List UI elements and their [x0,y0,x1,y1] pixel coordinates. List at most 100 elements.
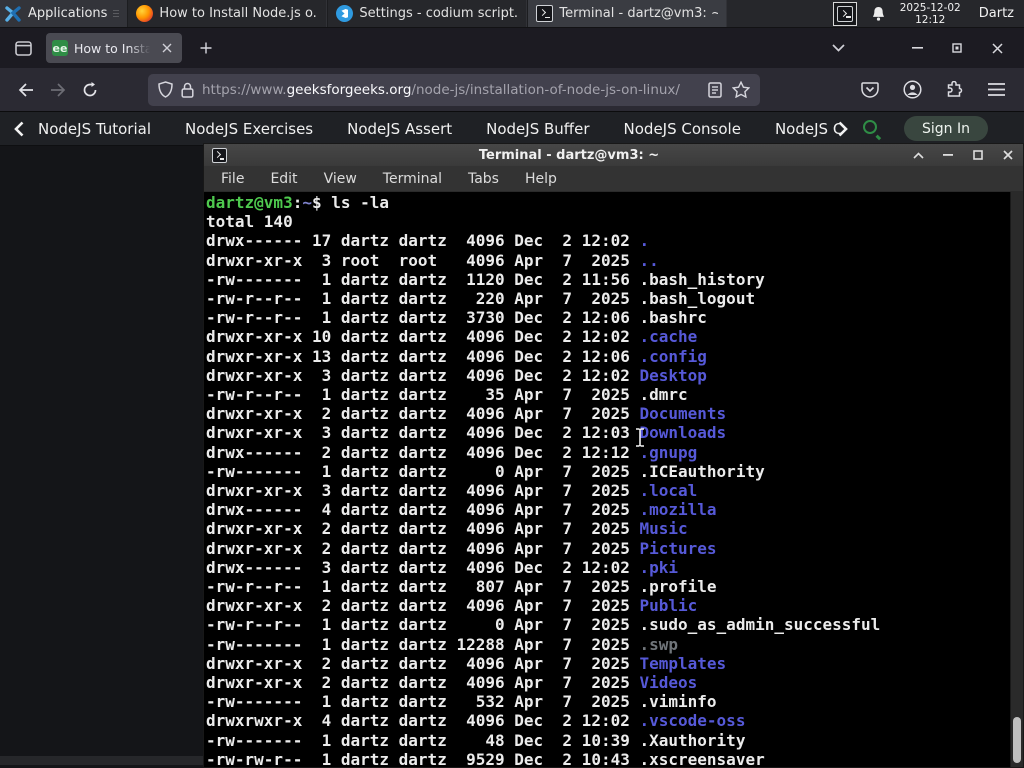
terminal-output-line: drwx------ 17 dartz dartz 4096 Dec 2 12:… [206,231,1023,250]
terminal-output-line: drwxr-xr-x 3 dartz dartz 4096 Apr 7 2025… [206,481,1023,500]
terminal-output-line: drwxr-xr-x 3 dartz dartz 4096 Dec 2 12:0… [206,366,1023,385]
sitenav-link[interactable]: NodeJS Assert [347,120,452,138]
url-bar[interactable]: https://www.geeksforgeeks.org/node-js/in… [148,73,760,106]
terminal-output-line: drwx------ 3 dartz dartz 4096 Dec 2 12:0… [206,558,1023,577]
sitenav-link[interactable]: NodeJS Buffer [486,120,589,138]
browser-tab[interactable]: ee How to Install Node.js on [46,33,182,63]
list-all-tabs-button[interactable] [824,34,852,62]
user-menu[interactable]: Dartz [975,6,1014,21]
file-name: .vscode-oss [639,711,746,731]
close-icon [1003,150,1013,160]
browser-toolbar: https://www.geeksforgeeks.org/node-js/in… [0,68,1024,112]
hamburger-menu-button[interactable] [986,80,1006,100]
prompt-path: ~ [302,193,312,212]
close-icon [991,42,1003,54]
applications-menu[interactable]: Applications [0,0,128,27]
desktop: Applications How to Install Node.js o...… [0,0,1024,768]
prompt-user-host: dartz@vm3 [206,193,293,212]
taskbar-window-button[interactable]: Settings - codium script... [327,0,528,27]
terminal-minimize-button[interactable] [941,148,955,162]
tab-close-button[interactable] [158,39,176,57]
terminal-output[interactable]: dartz@vm3:~$ ls -la total 140 drwx------… [204,192,1023,767]
lock-icon [181,82,194,98]
file-name: . [639,231,650,251]
file-meta: drwx------ 2 dartz dartz 4096 Dec 2 12:1… [206,442,640,462]
terminal-output-line: drwx------ 2 dartz dartz 4096 Dec 2 12:1… [206,443,1023,462]
file-meta: -rw------- 1 dartz dartz 532 Apr 7 2025 [206,692,640,712]
sitenav-link[interactable]: NodeJS Crypto [775,120,844,138]
terminal-icon [212,147,227,163]
file-name: .gnupg [639,442,698,462]
reload-button[interactable] [74,74,106,106]
file-name: Documents [639,404,727,424]
new-tab-button[interactable] [192,34,220,62]
file-meta: drwxr-xr-x 2 dartz dartz 4096 Apr 7 2025 [206,673,640,693]
url-path: /node-js/installation-of-node-js-on-linu… [411,81,680,98]
terminal-menu-terminal[interactable]: Terminal [383,171,442,187]
terminal-tray-icon[interactable] [832,1,857,26]
terminal-menu-edit[interactable]: Edit [270,171,297,187]
file-name: .swp [639,634,679,654]
scrollbar-thumb[interactable] [1013,717,1021,763]
shield-icon [158,81,173,98]
file-meta: drwxr-xr-x 2 dartz dartz 4096 Apr 7 2025 [206,538,640,558]
account-button[interactable] [902,80,922,100]
taskbar-window-button[interactable]: Terminal - dartz@vm3: ~ [527,0,728,27]
applications-icon [5,5,21,22]
terminal-titlebar[interactable]: Terminal - dartz@vm3: ~ [204,144,1023,166]
file-name: .bashrc [639,308,707,328]
back-icon [18,82,33,97]
panel-tray: 2025-12-02 12:12 Dartz [832,0,1024,27]
sitenav-link[interactable]: NodeJS Console [624,120,741,138]
taskbar-window-button[interactable]: How to Install Node.js o... [127,0,328,27]
file-name: .bash_history [639,269,765,289]
terminal-close-button[interactable] [1001,148,1015,162]
page-scrollbar[interactable] [0,756,203,765]
terminal-maximize-button[interactable] [971,148,985,162]
file-name: .pki [639,557,679,577]
sitenav-link[interactable]: NodeJS Tutorial [38,120,151,138]
bell-icon[interactable] [871,6,886,22]
chevron-down-icon [831,44,845,52]
file-meta: drwx------ 3 dartz dartz 4096 Dec 2 12:0… [206,557,640,577]
terminal-output-line: drwxr-xr-x 2 dartz dartz 4096 Apr 7 2025… [206,404,1023,423]
pocket-button[interactable] [860,80,880,100]
reader-mode-icon[interactable] [708,81,722,98]
maximize-button[interactable] [944,35,970,61]
clock[interactable]: 2025-12-02 12:12 [900,2,961,26]
file-name: .cache [639,327,698,347]
terminal-menu-file[interactable]: File [221,171,244,187]
terminal-output-line: -rw------- 1 dartz dartz 1120 Dec 2 11:5… [206,270,1023,289]
extensions-button[interactable] [944,80,964,100]
back-button[interactable] [10,74,42,106]
close-icon [162,43,172,53]
file-meta: drwxr-xr-x 10 dartz dartz 4096 Dec 2 12:… [206,327,640,347]
terminal-menu-tabs[interactable]: Tabs [468,171,499,187]
nav-scroll-left-button[interactable] [14,121,24,137]
file-name: Desktop [639,365,707,385]
terminal-menu-help[interactable]: Help [525,171,557,187]
close-window-button[interactable] [984,35,1010,61]
file-meta: -rw------- 1 dartz dartz 48 Dec 2 10:39 [206,730,640,750]
terminal-menu-view[interactable]: View [324,171,357,187]
firefox-view-button[interactable] [8,34,38,62]
bookmark-star-icon[interactable] [732,81,750,98]
terminal-output-line: drwxr-xr-x 2 dartz dartz 4096 Apr 7 2025… [206,596,1023,615]
file-meta: drwxr-xr-x 3 dartz dartz 4096 Dec 2 12:0… [206,365,640,385]
terminal-scrollbar[interactable] [1010,192,1023,767]
forward-button[interactable] [42,74,74,106]
sitenav-link[interactable]: NodeJS Exercises [185,120,313,138]
sign-in-button[interactable]: Sign In [904,116,988,141]
terminal-icon [536,5,554,22]
nav-scroll-right-button[interactable] [838,121,848,137]
minimize-button[interactable] [904,35,930,61]
file-name: .. [639,250,659,270]
shade-button[interactable] [911,148,925,162]
file-meta: drwxrwxr-x 4 dartz dartz 4096 Dec 2 12:0… [206,711,640,731]
terminal-output-line: -rw-r--r-- 1 dartz dartz 3730 Dec 2 12:0… [206,308,1023,327]
file-name: Pictures [639,538,717,558]
search-button[interactable] [862,119,882,140]
file-listing: drwx------ 17 dartz dartz 4096 Dec 2 12:… [206,231,1023,767]
file-name: .mozilla [639,500,717,520]
file-meta: -rw-r--r-- 1 dartz dartz 35 Apr 7 2025 [206,385,640,405]
